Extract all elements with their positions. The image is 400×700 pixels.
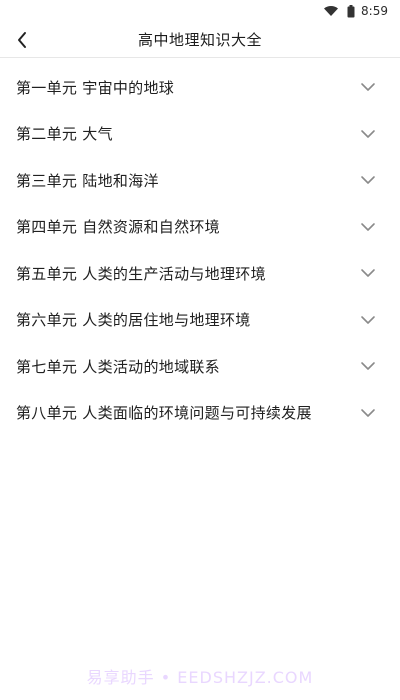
chevron-down-icon: [361, 269, 375, 278]
unit-label: 第三单元 陆地和海洋: [16, 171, 159, 190]
unit-label: 第五单元 人类的生产活动与地理环境: [16, 264, 266, 283]
chevron-left-icon: [18, 32, 26, 48]
page-title: 高中地理知识大全: [137, 31, 262, 49]
unit-item-2[interactable]: 第二单元 大气: [0, 111, 400, 158]
back-button[interactable]: [8, 26, 36, 54]
app-bar: 高中地理知识大全: [0, 22, 400, 58]
status-bar: 8:59: [0, 0, 400, 22]
unit-label: 第四单元 自然资源和自然环境: [16, 218, 220, 237]
unit-item-7[interactable]: 第七单元 人类活动的地域联系: [0, 343, 400, 390]
unit-label: 第一单元 宇宙中的地球: [16, 78, 175, 97]
unit-list: 第一单元 宇宙中的地球 第二单元 大气 第三单元 陆地和海洋 第四单元 自然资源…: [0, 64, 400, 436]
unit-item-1[interactable]: 第一单元 宇宙中的地球: [0, 64, 400, 111]
unit-item-3[interactable]: 第三单元 陆地和海洋: [0, 157, 400, 204]
unit-item-8[interactable]: 第八单元 人类面临的环境问题与可持续发展: [0, 390, 400, 437]
wifi-icon: [324, 6, 339, 17]
unit-item-5[interactable]: 第五单元 人类的生产活动与地理环境: [0, 250, 400, 297]
watermark: 易享助手 • EEDSHZJZ.COM: [86, 668, 314, 687]
chevron-down-icon: [361, 222, 375, 231]
unit-item-6[interactable]: 第六单元 人类的居住地与地理环境: [0, 297, 400, 344]
chevron-down-icon: [361, 83, 375, 92]
chevron-down-icon: [361, 176, 375, 185]
status-time: 8:59: [361, 4, 388, 18]
unit-item-4[interactable]: 第四单元 自然资源和自然环境: [0, 204, 400, 251]
chevron-down-icon: [361, 408, 375, 417]
unit-label: 第七单元 人类活动的地域联系: [16, 357, 220, 376]
unit-label: 第二单元 大气: [16, 125, 113, 144]
app-screen: 8:59 高中地理知识大全 第一单元 宇宙中的地球 第二单元 大气 第三单元 陆…: [0, 0, 400, 700]
unit-label: 第六单元 人类的居住地与地理环境: [16, 311, 251, 330]
chevron-down-icon: [361, 129, 375, 138]
chevron-down-icon: [361, 362, 375, 371]
unit-label: 第八单元 人类面临的环境问题与可持续发展: [16, 404, 312, 423]
chevron-down-icon: [361, 315, 375, 324]
battery-icon: [347, 4, 355, 17]
